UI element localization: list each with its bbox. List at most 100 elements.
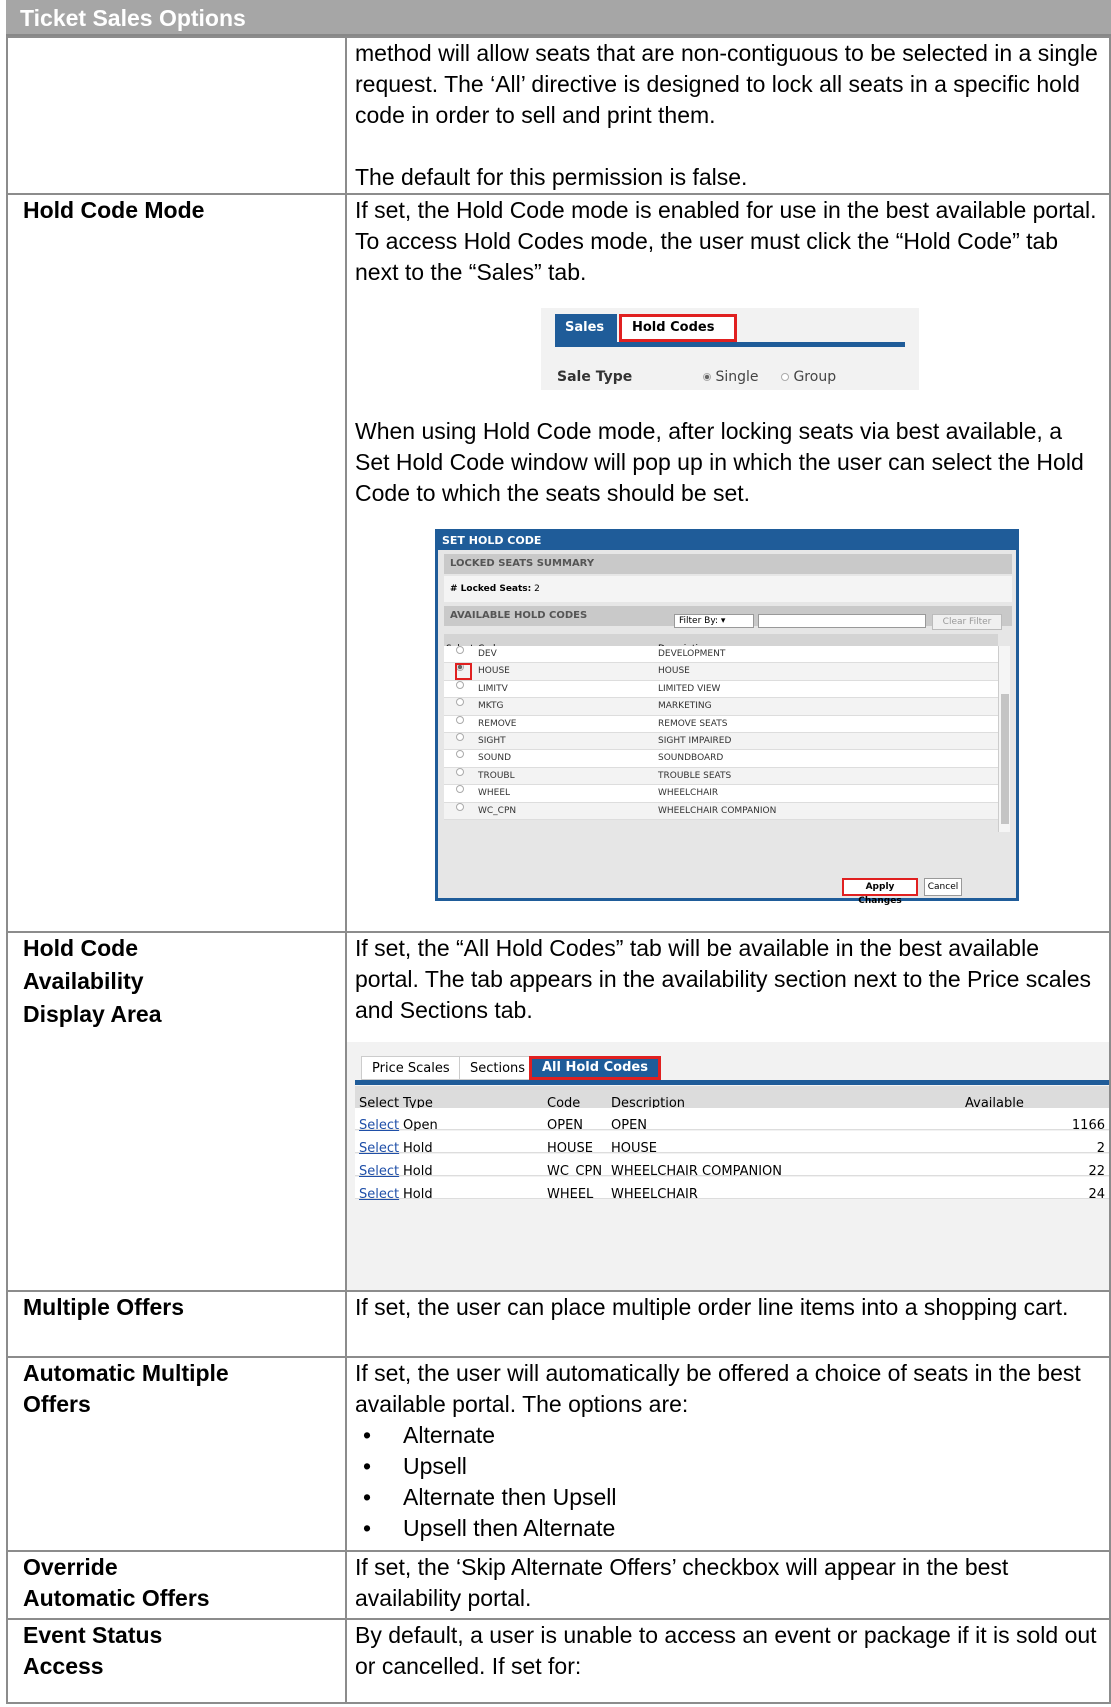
description-cell: MARKETING (658, 701, 712, 712)
radio-icon (703, 373, 711, 381)
locked-seats-row: # Locked Seats: 2 (444, 576, 1012, 602)
description-cell: DEVELOPMENT (658, 649, 726, 659)
cancel-button[interactable]: Cancel (924, 878, 962, 896)
description-cell: WHEELCHAIR COMPANION (658, 805, 777, 816)
description-text: If set, the user will automatically be o… (355, 1360, 1081, 1417)
code-cell: TROUBL (478, 770, 515, 781)
description-text: If set, the Hold Code mode is enabled fo… (355, 197, 1097, 285)
table-row[interactable]: WC_CPN WHEELCHAIR COMPANION (444, 802, 998, 820)
radio-group[interactable]: Group (781, 362, 836, 393)
table-row: Hold Code Mode If set, the Hold Code mod… (6, 193, 1111, 933)
table-row[interactable]: MKTG MARKETING (444, 698, 998, 716)
tab-underline (355, 1080, 1108, 1085)
radio-label: Single (715, 369, 759, 385)
selection-highlight (455, 663, 472, 681)
option-label (6, 36, 347, 195)
table-row: method will allow seats that are non-con… (6, 36, 1111, 195)
table-row[interactable]: SIGHT SIGHT IMPAIRED (444, 732, 998, 751)
code-cell: HOUSE (478, 666, 510, 677)
locked-seats-label: # Locked Seats: (450, 584, 532, 594)
description-cell: WHEELCHAIR (611, 1187, 698, 1202)
description-text: method will allow seats that are non-con… (355, 40, 1098, 128)
sale-type-label: Sale Type (557, 369, 633, 385)
option-label: Event Status Access (6, 1618, 347, 1704)
table-row: Select Hold WC_CPN WHEELCHAIR COMPANION 22 (355, 1154, 1108, 1179)
description-cell: REMOVE SEATS (658, 718, 728, 729)
tab-underline (555, 342, 905, 347)
code-cell: LIMITV (478, 683, 508, 694)
description-cell: LIMITED VIEW (658, 683, 721, 694)
list-item: Alternate then Upsell (363, 1482, 1101, 1513)
option-label: Override Automatic Offers (6, 1550, 347, 1620)
label-line: Offers (23, 1391, 91, 1417)
table-row: Multiple Offers If set, the user can pla… (6, 1290, 1111, 1358)
tab-hold-codes[interactable]: Hold Codes (619, 314, 737, 342)
description-text: If set, the “All Hold Codes” tab will be… (355, 935, 1091, 1023)
clear-filter-button[interactable]: Clear Filter (932, 614, 1002, 630)
table-row[interactable]: SOUND SOUNDBOARD (444, 750, 998, 768)
option-description: method will allow seats that are non-con… (345, 36, 1111, 195)
code-cell: REMOVE (478, 718, 517, 729)
availability-screenshot: Price Scales Sections All Hold Codes Sel… (348, 1042, 1108, 1289)
table-row[interactable]: WHEEL WHEELCHAIR (444, 785, 998, 803)
option-description: If set, the Hold Code mode is enabled fo… (345, 193, 1111, 933)
code-cell: WHEEL (478, 788, 511, 799)
radio-label: Group (793, 369, 837, 385)
label-line: Automatic Offers (23, 1585, 210, 1611)
option-description: By default, a user is unable to access a… (345, 1618, 1111, 1704)
label-line: Display Area (23, 1001, 162, 1027)
filter-select[interactable]: Filter By: ▾ (674, 614, 754, 628)
tab-sections[interactable]: Sections (459, 1056, 537, 1080)
filter-input[interactable] (758, 614, 926, 628)
table-row: Automatic Multiple Offers If set, the us… (6, 1356, 1111, 1552)
table-row: Override Automatic Offers If set, the ‘S… (6, 1550, 1111, 1620)
filter-label: Filter By: (679, 616, 719, 626)
option-description: If set, the “All Hold Codes” tab will be… (345, 931, 1111, 1292)
hold-code-list: DEV DEVELOPMENT HOUSE HOUSE LIMITV LIMITED VI… (444, 646, 998, 820)
description-text: When using Hold Code mode, after locking… (355, 418, 1084, 506)
table-row[interactable]: REMOVE REMOVE SEATS (444, 715, 998, 733)
description-cell: HOUSE (658, 666, 690, 677)
option-label: Multiple Offers (6, 1290, 347, 1358)
option-description: If set, the user can place multiple orde… (345, 1290, 1111, 1358)
tab-all-hold-codes[interactable]: All Hold Codes (529, 1056, 661, 1080)
code-cell: SOUND (478, 753, 512, 764)
code-cell: MKTG (478, 701, 504, 712)
description-cell: WHEELCHAIR (658, 788, 719, 799)
scrollbar[interactable] (998, 646, 1010, 832)
list-item: Upsell (363, 1451, 1101, 1482)
option-label: Hold Code Availability Display Area (6, 931, 347, 1292)
code-cell: WC_CPN (478, 805, 517, 816)
apply-changes-button[interactable]: Apply Changes (842, 878, 918, 906)
locked-seats-value: 2 (534, 584, 540, 594)
section-title: Ticket Sales Options (6, 0, 1111, 36)
list-item: Upsell then Alternate (363, 1513, 1101, 1544)
list-item: Alternate (363, 1420, 1101, 1451)
tab-price-scales[interactable]: Price Scales (361, 1056, 461, 1080)
code-cell: SIGHT (478, 735, 506, 746)
set-hold-code-dialog: SET HOLD CODE LOCKED SEATS SUMMARY # Loc… (435, 529, 1019, 906)
sales-tabs-screenshot: Sales Hold Codes Sale Type Single Group (541, 308, 919, 390)
select-link[interactable]: Select (359, 1179, 399, 1210)
description-cell: SOUNDBOARD (658, 753, 724, 764)
available-cell: 24 (1088, 1187, 1105, 1202)
chevron-down-icon: ▾ (720, 616, 726, 626)
code-cell: WHEEL (547, 1187, 594, 1202)
type-cell: Hold (403, 1187, 433, 1202)
option-label: Automatic Multiple Offers (6, 1356, 347, 1552)
table-row[interactable]: LIMITV LIMITED VIEW (444, 680, 998, 699)
table-row: Hold Code Availability Display Area If s… (6, 931, 1111, 1292)
description-text: The default for this permission is false… (355, 164, 748, 190)
tab-sales[interactable]: Sales (555, 314, 617, 342)
table-row[interactable]: TROUBL TROUBLE SEATS (444, 767, 998, 786)
option-description: If set, the user will automatically be o… (345, 1356, 1111, 1552)
grid-header: Select Code Description (444, 634, 998, 654)
table-row[interactable]: HOUSE HOUSE (444, 663, 998, 681)
table-row[interactable]: DEV DEVELOPMENT (444, 646, 998, 664)
document-page: Ticket Sales Options method will allow s… (0, 0, 1111, 1707)
label-line: Availability (23, 968, 144, 994)
radio-single[interactable]: Single (703, 362, 759, 393)
description-cell: SIGHT IMPAIRED (658, 735, 732, 746)
scrollbar-thumb[interactable] (1001, 694, 1009, 824)
label-line: Hold Code (23, 935, 138, 961)
